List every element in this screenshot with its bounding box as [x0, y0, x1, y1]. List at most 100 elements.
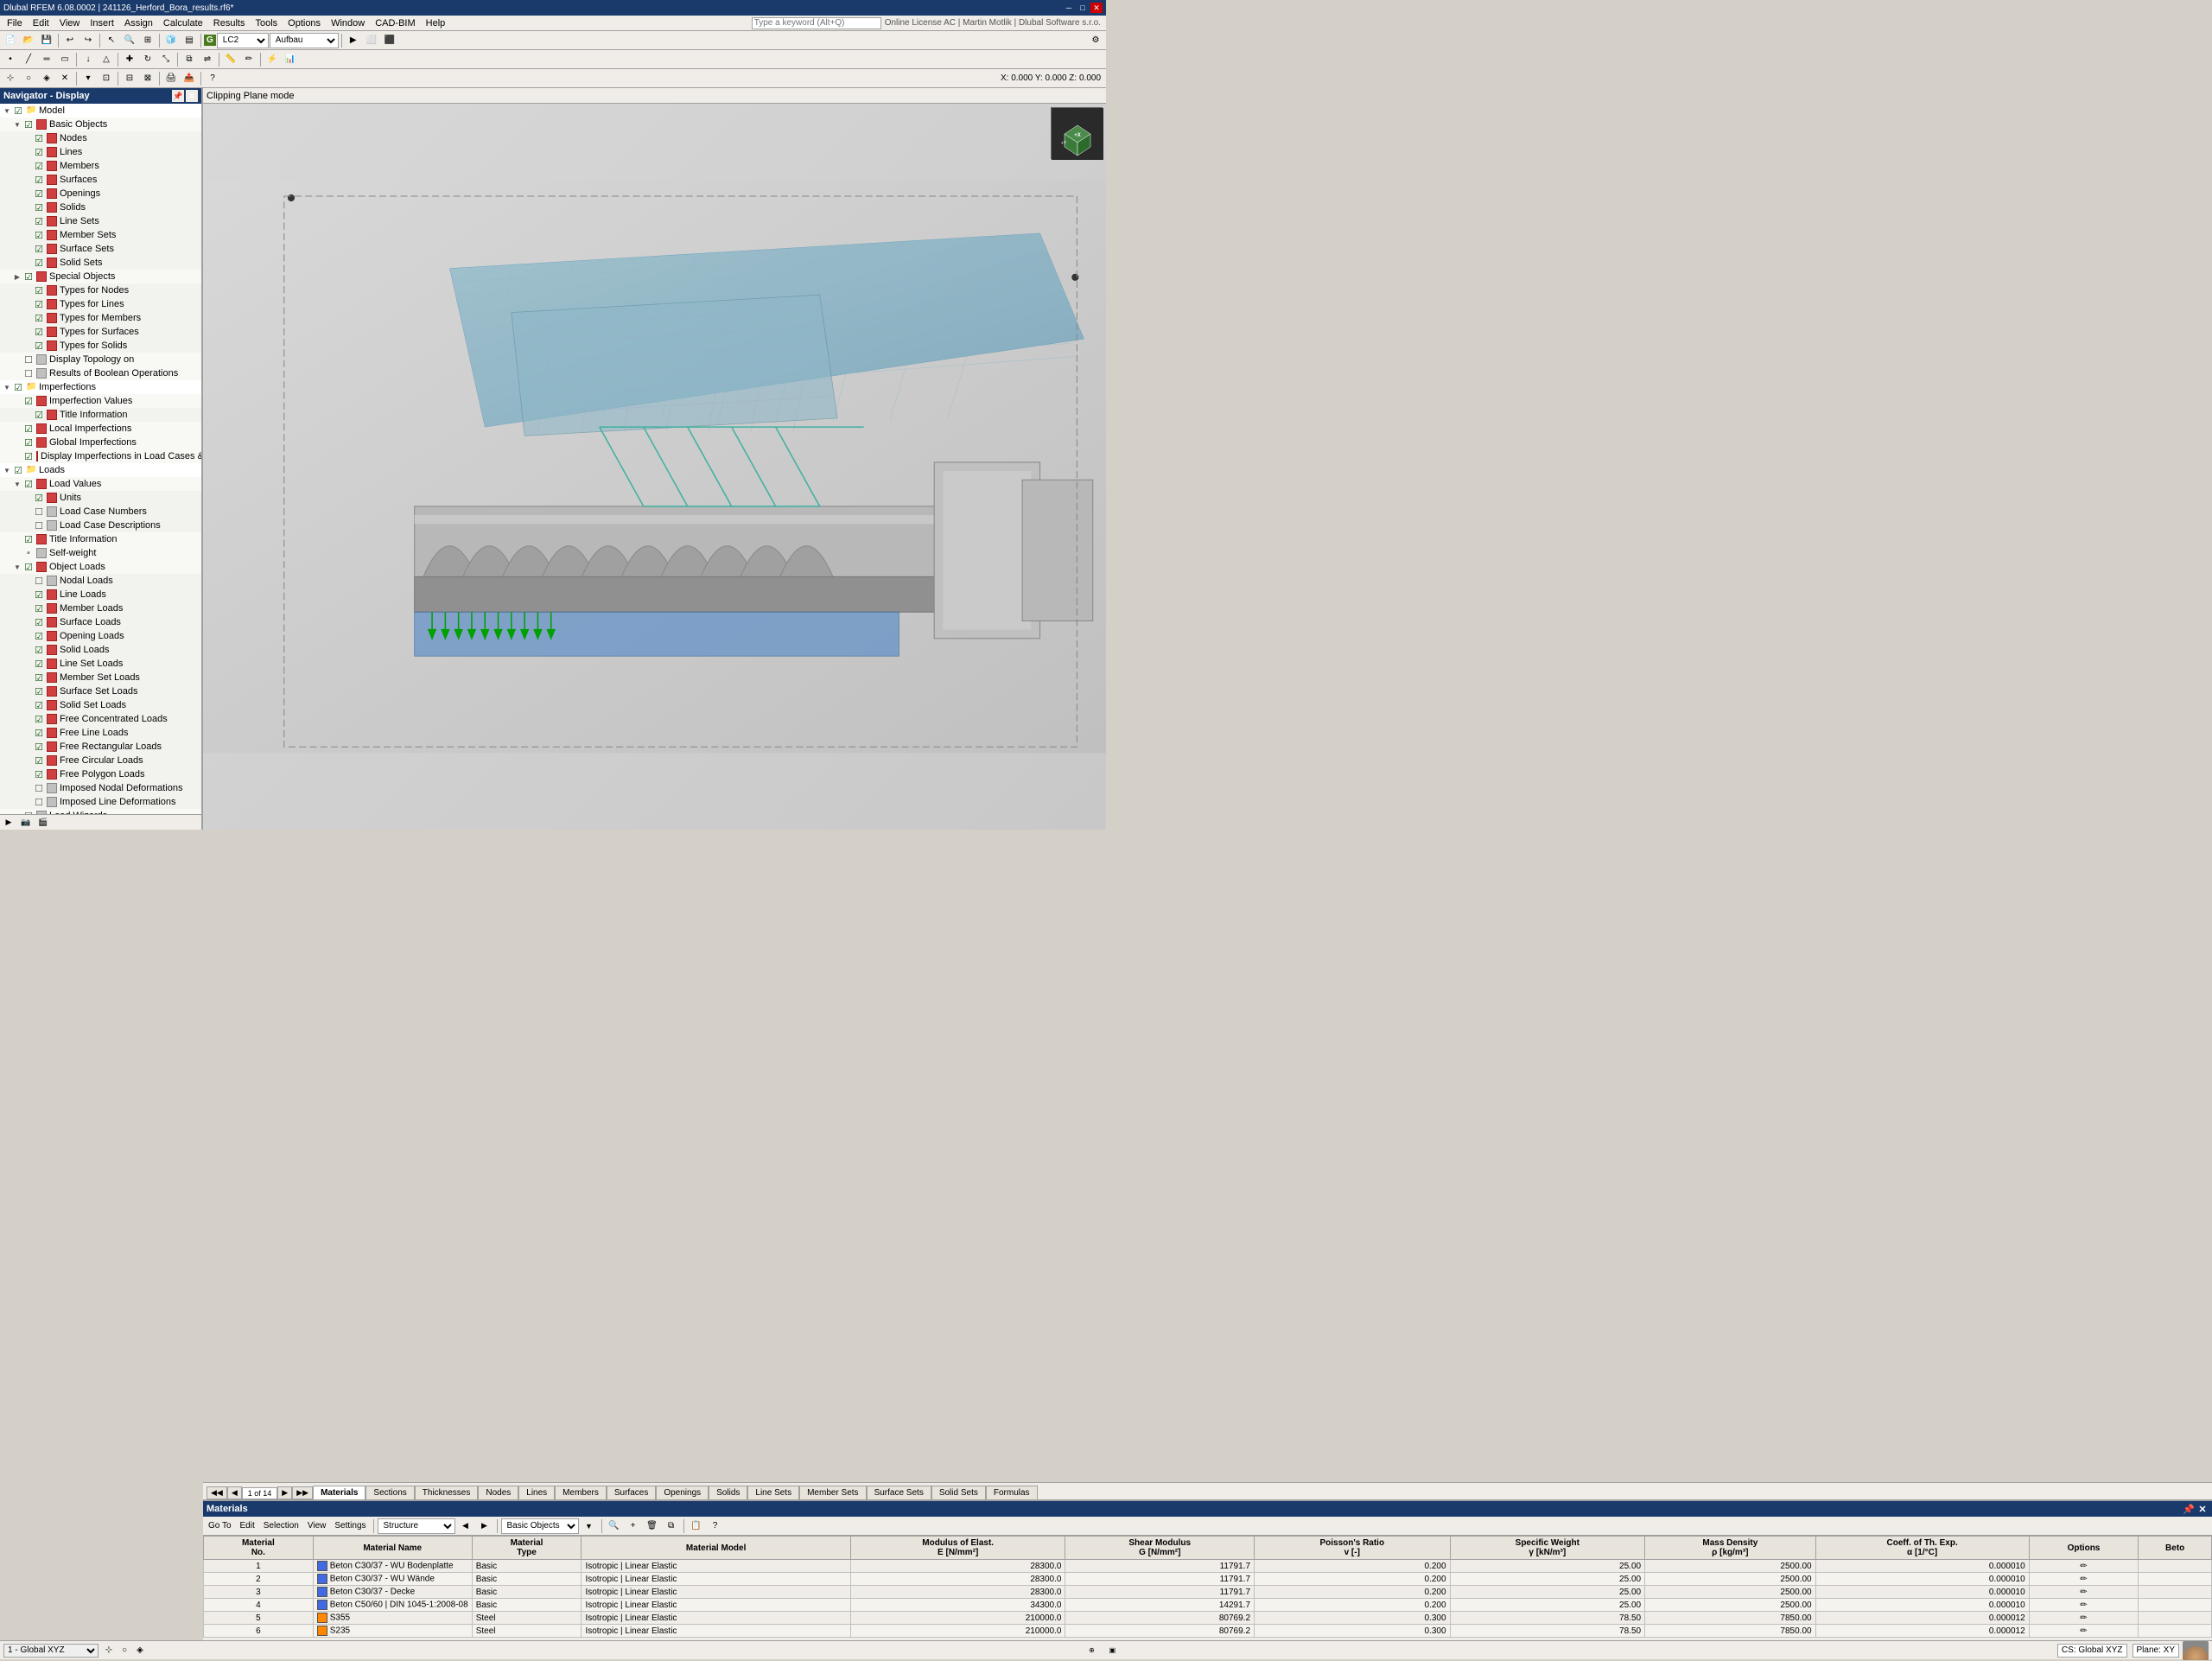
nav-item-typesForSurfaces[interactable]: ☑Types for Surfaces: [0, 325, 201, 339]
nav-check-model[interactable]: ☑: [12, 105, 24, 117]
nav-item-specialObjects[interactable]: ▶☑Special Objects: [0, 270, 201, 283]
nav-check-imposedLineDef[interactable]: ☐: [33, 796, 45, 808]
nav-check-units[interactable]: ☑: [33, 492, 45, 504]
view-cube[interactable]: +X +Y: [1051, 107, 1103, 159]
nav-close-btn[interactable]: ✕: [186, 90, 198, 102]
calculate-btn[interactable]: ⚡: [264, 52, 281, 67]
nav-item-freeCircularLoads[interactable]: ☑Free Circular Loads: [0, 754, 201, 767]
nav-item-lines[interactable]: ☑Lines: [0, 145, 201, 159]
nav-check-lineLoads[interactable]: ☑: [33, 589, 45, 601]
render-btn[interactable]: ▶: [345, 33, 362, 48]
nav-item-imposedNodalDef[interactable]: ☐Imposed Nodal Deformations: [0, 781, 201, 795]
clipping-plane-btn[interactable]: ⊟: [121, 71, 138, 86]
nav-item-solids[interactable]: ☑Solids: [0, 200, 201, 214]
nav-item-basicObjects[interactable]: ▼☑Basic Objects: [0, 118, 201, 131]
copy-mat-btn[interactable]: ⧉: [663, 1518, 680, 1534]
select-btn[interactable]: ↖: [103, 33, 120, 48]
menu-insert[interactable]: Insert: [85, 17, 119, 29]
undo-btn[interactable]: ↩: [61, 33, 79, 48]
col-mattype[interactable]: MaterialType: [472, 1537, 582, 1560]
nav-check-impTitleInfo[interactable]: ☑: [33, 409, 45, 421]
nav-item-displayTopology[interactable]: ☐Display Topology on: [0, 353, 201, 366]
nav-item-freeConcentratedLoads[interactable]: ☑Free Concentrated Loads: [0, 712, 201, 726]
nav-check-surfaceSetLoads[interactable]: ☑: [33, 685, 45, 697]
cell-options[interactable]: ✏: [2029, 1599, 2139, 1612]
nav-item-imposedLineDef[interactable]: ☐Imposed Line Deformations: [0, 795, 201, 809]
snap-grid[interactable]: ⊹: [2, 71, 19, 86]
nav-item-typesForSolids[interactable]: ☑Types for Solids: [0, 339, 201, 353]
nav-bottom-icon3[interactable]: 🎬: [35, 815, 52, 830]
nav-item-typesForMembers[interactable]: ☑Types for Members: [0, 311, 201, 325]
new-btn[interactable]: 📄: [2, 33, 19, 48]
nav-item-loadCaseNumbers[interactable]: ☐Load Case Numbers: [0, 505, 201, 519]
snap-midpoint[interactable]: ◈: [38, 71, 55, 86]
menu-assign[interactable]: Assign: [119, 17, 158, 29]
mirror-tool[interactable]: ⇌: [199, 52, 216, 67]
table-row[interactable]: 2Beton C30/37 - WU WändeBasicIsotropic |…: [204, 1573, 2212, 1586]
load-tool[interactable]: ↓: [79, 52, 97, 67]
wireframe-btn[interactable]: ⬜: [363, 33, 380, 48]
measure-tool[interactable]: 📏: [222, 52, 239, 67]
tab-surfaces[interactable]: Surfaces: [607, 1486, 656, 1499]
export-btn[interactable]: 📤: [181, 71, 198, 86]
view3d-btn[interactable]: 🧊: [162, 33, 180, 48]
support-tool[interactable]: △: [98, 52, 115, 67]
nav-item-lineSets[interactable]: ☑Line Sets: [0, 214, 201, 228]
nav-item-openingLoads[interactable]: ☑Opening Loads: [0, 629, 201, 643]
nav-item-surfaces[interactable]: ☑Surfaces: [0, 173, 201, 187]
col-beto[interactable]: Beto: [2139, 1537, 2212, 1560]
load-case-name-select[interactable]: Aufbau: [270, 33, 339, 48]
open-btn[interactable]: 📂: [20, 33, 37, 48]
nav-item-memberSetLoads[interactable]: ☑Member Set Loads: [0, 671, 201, 684]
nav-check-displayImperfections[interactable]: ☑: [22, 450, 35, 462]
nav-check-lineSetLoads[interactable]: ☑: [33, 658, 45, 670]
nav-bottom-icon2[interactable]: 📷: [17, 815, 35, 830]
menu-tools[interactable]: Tools: [250, 17, 283, 29]
nav-item-surfaceSets[interactable]: ☑Surface Sets: [0, 242, 201, 256]
nav-item-nodes[interactable]: ☑Nodes: [0, 131, 201, 145]
nav-item-imperfectionValues[interactable]: ☑Imperfection Values: [0, 394, 201, 408]
tab-surface-sets[interactable]: Surface Sets: [867, 1486, 931, 1499]
nav-arrow-basicObjects[interactable]: ▼: [12, 121, 22, 129]
tab-solids[interactable]: Solids: [709, 1486, 747, 1499]
status-icon1[interactable]: ⊹: [102, 1644, 116, 1658]
nav-item-loads[interactable]: ▼☑📁Loads: [0, 463, 201, 477]
filter-prev[interactable]: ◀: [457, 1518, 474, 1534]
nav-item-typesForLines[interactable]: ☑Types for Lines: [0, 297, 201, 311]
view-front-btn[interactable]: ▤: [181, 33, 198, 48]
nav-item-objectLoads[interactable]: ▼☑Object Loads: [0, 560, 201, 574]
rotate-tool[interactable]: ↻: [139, 52, 156, 67]
nav-check-loadValues[interactable]: ☑: [22, 478, 35, 490]
nav-check-freeConcentratedLoads[interactable]: ☑: [33, 713, 45, 725]
solid-render-btn[interactable]: ⬛: [381, 33, 398, 48]
cell-options[interactable]: ✏: [2029, 1560, 2139, 1573]
load-case-select[interactable]: LC2: [217, 33, 269, 48]
nav-check-typesForMembers[interactable]: ☑: [33, 312, 45, 324]
col-rho[interactable]: Mass Densityρ [kg/m³]: [1645, 1537, 1816, 1560]
member-tool[interactable]: ═: [38, 52, 55, 67]
close-button[interactable]: ✕: [1090, 3, 1103, 13]
nav-check-solidSetLoads[interactable]: ☑: [33, 699, 45, 711]
nav-check-surfaceLoads[interactable]: ☑: [33, 616, 45, 628]
tab-member-sets[interactable]: Member Sets: [799, 1486, 866, 1499]
panel-close-btn[interactable]: ✕: [2196, 1504, 2209, 1515]
line-tool[interactable]: ╱: [20, 52, 37, 67]
mat-help-btn[interactable]: ?: [707, 1518, 724, 1534]
nav-check-loadCaseNumbers[interactable]: ☐: [33, 506, 45, 518]
nav-check-freeLineLoads[interactable]: ☑: [33, 727, 45, 739]
nav-check-memberLoads[interactable]: ☑: [33, 602, 45, 614]
zoom-btn[interactable]: 🔍: [121, 33, 138, 48]
col-matno[interactable]: MaterialNo.: [204, 1537, 314, 1560]
table-row[interactable]: 3Beton C30/37 - DeckeBasicIsotropic | Li…: [204, 1586, 2212, 1599]
nav-check-surfaces[interactable]: ☑: [33, 174, 45, 186]
nav-check-imperfectionValues[interactable]: ☑: [22, 395, 35, 407]
nav-check-basicObjects[interactable]: ☑: [22, 118, 35, 130]
filter-btn[interactable]: ▾: [79, 71, 97, 86]
nav-check-typesForSolids[interactable]: ☑: [33, 340, 45, 352]
nav-arrow-model[interactable]: ▼: [2, 107, 12, 115]
nav-check-freeRectangularLoads[interactable]: ☑: [33, 741, 45, 753]
nav-check-typesForSurfaces[interactable]: ☑: [33, 326, 45, 338]
page-nav-back[interactable]: ◀: [227, 1486, 242, 1499]
nav-item-loadTitleInfo[interactable]: ☑Title Information: [0, 532, 201, 546]
nav-item-selfWeight[interactable]: ▪Self-weight: [0, 546, 201, 560]
